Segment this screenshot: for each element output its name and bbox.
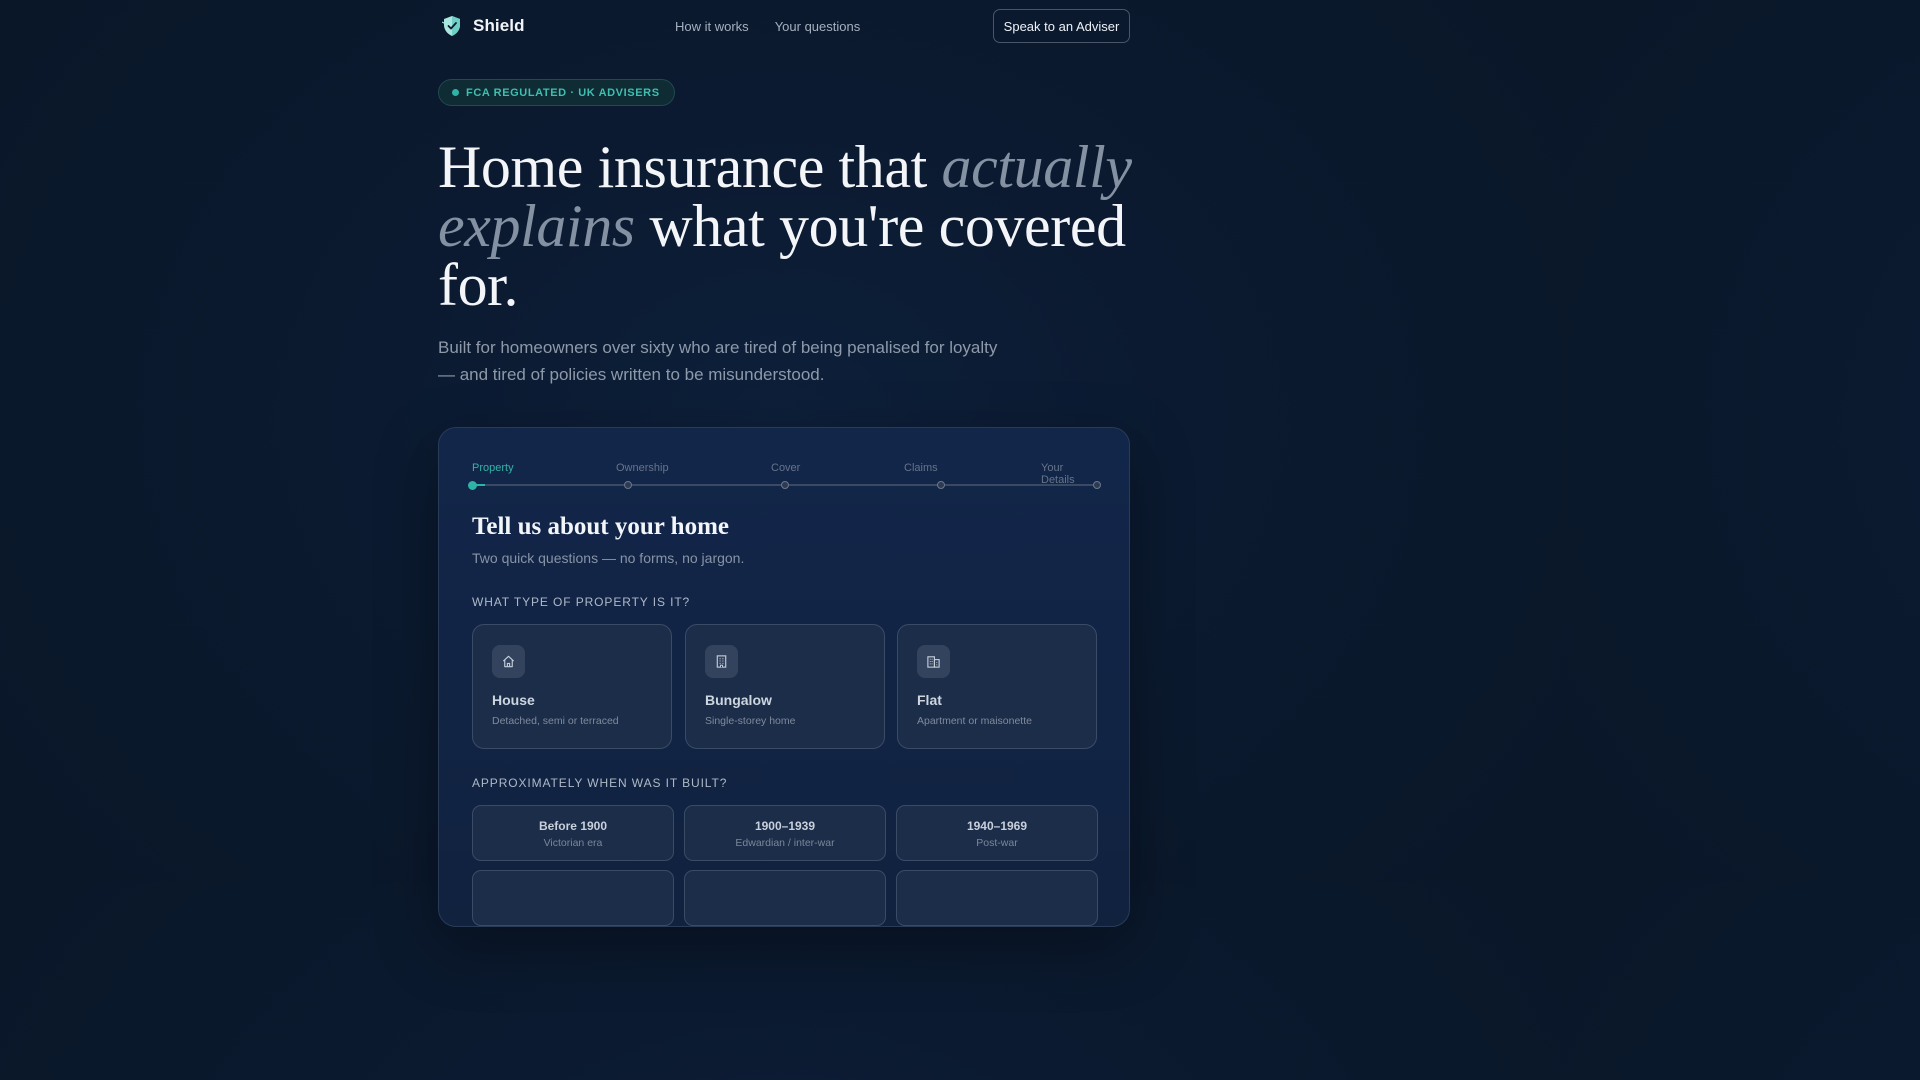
property-option-desc: Apartment or maisonette xyxy=(917,715,1032,727)
build-era-question: APPROXIMATELY WHEN WAS IT BUILT? xyxy=(472,776,728,790)
era-option-name: 1900–1939 xyxy=(754,819,816,833)
era-option-desc: Edwardian / inter-war xyxy=(735,837,835,849)
hero-title: Home insurance that actually explains wha… xyxy=(438,137,1138,315)
step-label-claims[interactable]: Claims xyxy=(904,462,938,474)
era-option-1900-1939[interactable]: 1900–1939 Edwardian / inter-war xyxy=(684,805,886,861)
era-option-next-row[interactable] xyxy=(896,870,1098,926)
hero-subtitle: Built for homeowners over sixty who are … xyxy=(438,338,998,384)
era-option-next-row[interactable] xyxy=(472,870,674,926)
brand-name: Shield xyxy=(473,16,525,35)
era-option-name: 1940–1969 xyxy=(966,819,1028,833)
era-option-desc: Victorian era xyxy=(543,837,603,849)
era-option-before-1900[interactable]: Before 1900 Victorian era xyxy=(472,805,674,861)
site-header: Shield How it works Your questions Speak… xyxy=(438,9,1130,43)
step-label-property[interactable]: Property xyxy=(472,462,514,474)
main-nav: How it works Your questions xyxy=(675,19,860,34)
step-dot-ownership xyxy=(624,481,632,489)
property-option-name: Bungalow xyxy=(705,692,772,708)
step-dot-cover xyxy=(781,481,789,489)
property-option-name: House xyxy=(492,692,535,708)
card-subtitle: Two quick questions — no forms, no jargo… xyxy=(472,550,745,566)
card-title: Tell us about your home xyxy=(472,513,730,540)
hero-title-emphasis-2: explains xyxy=(438,193,635,259)
step-dot-your-details xyxy=(1093,481,1101,489)
property-option-flat[interactable]: Flat Apartment or maisonette xyxy=(897,624,1097,749)
property-option-desc: Single-storey home xyxy=(705,715,796,727)
step-progress: Property Ownership Cover Claims Your Det… xyxy=(468,462,1101,492)
house-icon xyxy=(502,655,515,668)
nav-your-questions[interactable]: Your questions xyxy=(775,19,861,34)
badge-text: FCA REGULATED · UK ADVISERS xyxy=(466,86,660,99)
flat-icon xyxy=(927,656,940,668)
era-option-next-row[interactable] xyxy=(684,870,886,926)
shield-icon xyxy=(442,16,460,36)
property-option-name: Flat xyxy=(917,692,942,708)
quote-card: Property Ownership Cover Claims Your Det… xyxy=(438,427,1130,927)
status-dot-icon xyxy=(452,89,459,96)
hero-title-emphasis-1: actually xyxy=(941,134,1132,200)
nav-how-it-works[interactable]: How it works xyxy=(675,19,749,34)
era-option-name: Before 1900 xyxy=(538,819,608,833)
step-label-ownership[interactable]: Ownership xyxy=(616,462,669,474)
property-option-desc: Detached, semi or terraced xyxy=(492,715,619,727)
era-option-1940-1969[interactable]: 1940–1969 Post-war xyxy=(896,805,1098,861)
step-label-your-details[interactable]: Your Details xyxy=(1041,462,1098,486)
property-option-house[interactable]: House Detached, semi or terraced xyxy=(472,624,672,749)
brand-logo[interactable]: Shield xyxy=(442,15,525,37)
hero-title-part1: Home insurance that xyxy=(438,134,942,200)
step-label-cover[interactable]: Cover xyxy=(771,462,800,474)
bungalow-icon xyxy=(716,655,727,668)
regulation-badge: FCA REGULATED · UK ADVISERS xyxy=(438,79,675,106)
era-option-desc: Post-war xyxy=(976,837,1018,849)
speak-to-adviser-button[interactable]: Speak to an Adviser xyxy=(993,9,1130,43)
property-option-bungalow[interactable]: Bungalow Single-storey home xyxy=(685,624,885,749)
property-type-question: WHAT TYPE OF PROPERTY IS IT? xyxy=(472,595,691,609)
step-dot-claims xyxy=(937,481,945,489)
step-dot-property xyxy=(468,480,477,490)
